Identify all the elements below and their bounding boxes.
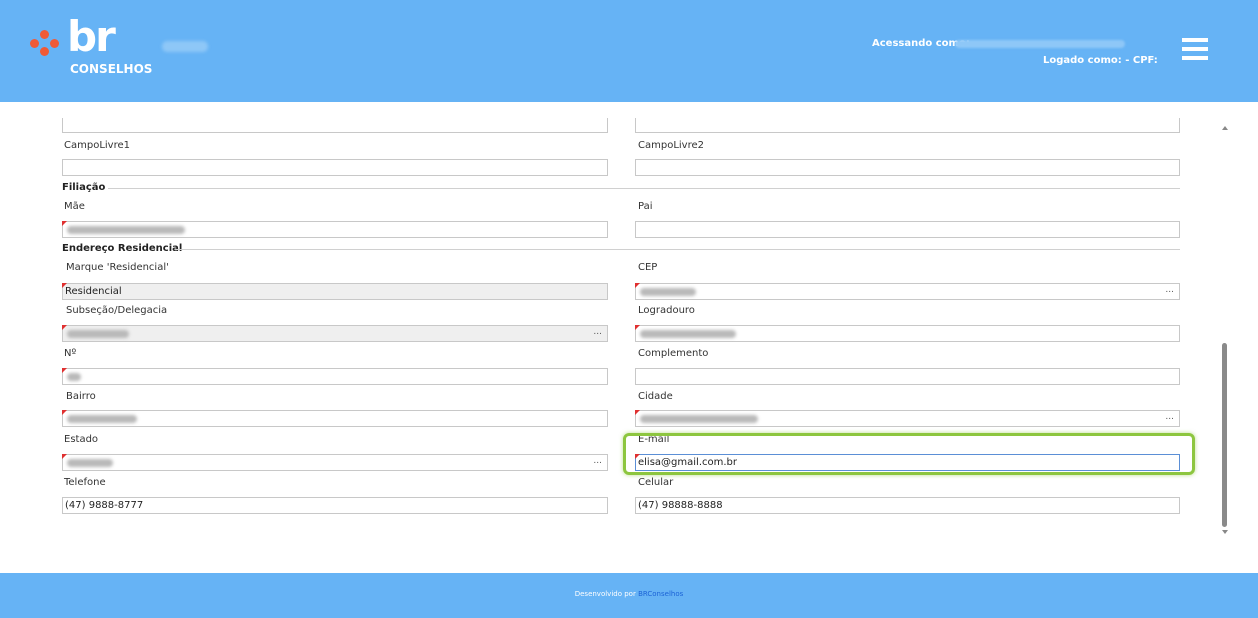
complemento-label: Complemento	[638, 348, 709, 359]
partial-field-left[interactable]	[62, 118, 608, 133]
numero-label: Nº	[64, 348, 77, 359]
campolivre1-label: CampoLivre1	[64, 140, 130, 151]
logradouro-input[interactable]	[635, 325, 1180, 342]
subsecao-lookup-button[interactable]: ...	[593, 327, 602, 337]
mae-input[interactable]	[62, 221, 608, 238]
estado-lookup-button[interactable]: ...	[593, 456, 602, 466]
redacted-user	[955, 40, 1125, 48]
logo-dots-icon	[30, 28, 66, 58]
header: br CONSELHOS Acessando como: Logado como…	[0, 0, 1258, 102]
celular-label: Celular	[638, 477, 674, 488]
vertical-scrollbar[interactable]	[1218, 102, 1234, 573]
mae-label: Mãe	[64, 201, 85, 212]
form-content: CampoLivre1 CampoLivre2 Filiação Mãe Pai…	[0, 102, 1258, 573]
marque-input[interactable]: Residencial	[62, 283, 608, 300]
campolivre2-label: CampoLivre2	[638, 140, 704, 151]
brand-logo[interactable]: br CONSELHOS	[30, 12, 170, 82]
cidade-lookup-button[interactable]: ...	[1165, 412, 1174, 422]
redacted-tenant	[162, 41, 208, 52]
footer-credit: Desenvolvido por BRConselhos	[0, 590, 1258, 598]
footer-text: Desenvolvido por	[574, 590, 636, 598]
bairro-label: Bairro	[66, 391, 96, 402]
estado-input[interactable]: ...	[62, 454, 608, 471]
cep-label: CEP	[638, 262, 658, 273]
complemento-input[interactable]	[635, 368, 1180, 385]
logradouro-label: Logradouro	[638, 305, 695, 316]
numero-input[interactable]	[62, 368, 608, 385]
endereco-section-title: Endereço Residencial	[62, 243, 183, 254]
scrollbar-thumb[interactable]	[1222, 343, 1227, 527]
estado-label: Estado	[64, 434, 99, 445]
subsecao-label: Subseção/Delegacia	[66, 305, 168, 316]
pai-input[interactable]	[635, 221, 1180, 238]
endereco-divider	[176, 249, 1180, 250]
partial-field-right[interactable]	[635, 118, 1180, 133]
scroll-down-arrow-icon[interactable]	[1222, 530, 1228, 534]
marque-label: Marque 'Residencial'	[66, 262, 169, 273]
scroll-up-arrow-icon[interactable]	[1222, 126, 1228, 130]
filiacao-divider	[108, 188, 1180, 189]
campolivre1-input[interactable]	[62, 159, 608, 176]
cep-lookup-button[interactable]: ...	[1165, 285, 1174, 295]
cidade-label: Cidade	[638, 391, 673, 402]
footer-link[interactable]: BRConselhos	[638, 590, 683, 598]
subsecao-input[interactable]: ...	[62, 325, 608, 342]
cidade-input[interactable]: ...	[635, 410, 1180, 427]
filiacao-section-title: Filiação	[62, 182, 106, 193]
bairro-input[interactable]	[62, 410, 608, 427]
celular-input[interactable]: (47) 98888-8888	[635, 497, 1180, 514]
telefone-label: Telefone	[64, 477, 106, 488]
telefone-input[interactable]: (47) 9888-8777	[62, 497, 608, 514]
email-highlight-box	[623, 433, 1195, 475]
footer: Desenvolvido por BRConselhos	[0, 573, 1258, 618]
brand-main: br	[67, 12, 116, 61]
pai-label: Pai	[638, 201, 653, 212]
hamburger-menu-icon[interactable]	[1182, 38, 1208, 60]
cep-input[interactable]: ...	[635, 283, 1180, 300]
campolivre2-input[interactable]	[635, 159, 1180, 176]
logged-label: Logado como: - CPF:	[1043, 55, 1158, 66]
brand-sub: CONSELHOS	[70, 62, 153, 76]
